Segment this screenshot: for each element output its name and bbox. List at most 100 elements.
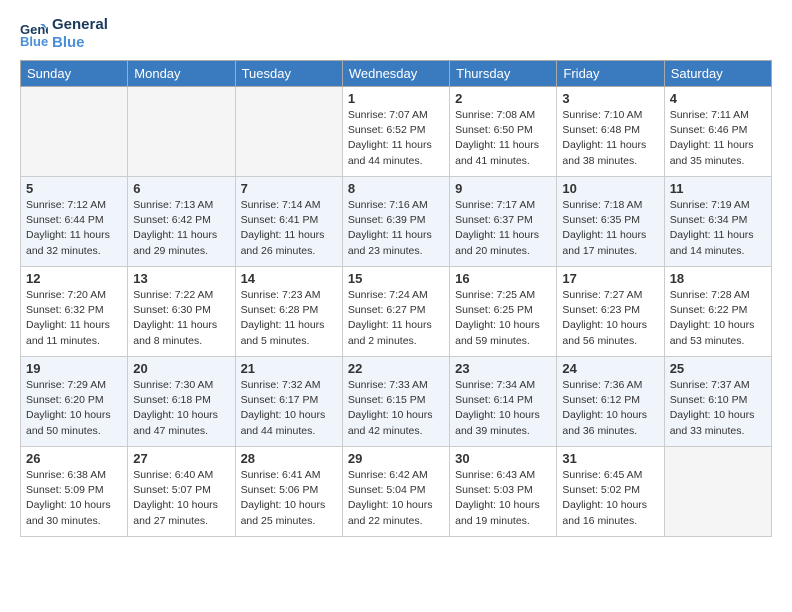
- day-info: Sunrise: 6:42 AM Sunset: 5:04 PM Dayligh…: [348, 468, 444, 529]
- day-number: 27: [133, 451, 229, 466]
- calendar-cell: 29 Sunrise: 6:42 AM Sunset: 5:04 PM Dayli…: [342, 447, 449, 537]
- day-info: Sunrise: 7:29 AM Sunset: 6:20 PM Dayligh…: [26, 378, 122, 439]
- day-info: Sunrise: 7:28 AM Sunset: 6:22 PM Dayligh…: [670, 288, 766, 349]
- day-number: 29: [348, 451, 444, 466]
- calendar-cell: 2 Sunrise: 7:08 AM Sunset: 6:50 PM Daylig…: [450, 87, 557, 177]
- calendar-cell: [235, 87, 342, 177]
- day-number: 2: [455, 91, 551, 106]
- day-info: Sunrise: 7:24 AM Sunset: 6:27 PM Dayligh…: [348, 288, 444, 349]
- day-info: Sunrise: 7:33 AM Sunset: 6:15 PM Dayligh…: [348, 378, 444, 439]
- day-of-week-header: Monday: [128, 61, 235, 87]
- day-number: 11: [670, 181, 766, 196]
- calendar-cell: 24Sunrise: 7:36 AM Sunset: 6:12 PM Dayli…: [557, 357, 664, 447]
- day-info: Sunrise: 7:16 AM Sunset: 6:39 PM Dayligh…: [348, 198, 444, 259]
- logo-blue: Blue: [52, 34, 108, 52]
- calendar-cell: 12 Sunrise: 7:20 AM Sunset: 6:32 PM Dayli…: [21, 267, 128, 357]
- calendar-header: SundayMondayTuesdayWednesdayThursdayFrid…: [21, 61, 772, 87]
- calendar-cell: [21, 87, 128, 177]
- calendar-cell: 20 Sunrise: 7:30 AM Sunset: 6:18 PM Dayli…: [128, 357, 235, 447]
- logo-icon: General Blue: [20, 20, 48, 48]
- day-number: 19: [26, 361, 122, 376]
- day-info: Sunrise: 6:41 AM Sunset: 5:06 PM Dayligh…: [241, 468, 337, 529]
- calendar-cell: 28 Sunrise: 6:41 AM Sunset: 5:06 PM Dayli…: [235, 447, 342, 537]
- day-number: 22: [348, 361, 444, 376]
- day-of-week-header: Friday: [557, 61, 664, 87]
- day-number: 17: [562, 271, 658, 286]
- calendar-cell: 23 Sunrise: 7:34 AM Sunset: 6:14 PM Dayli…: [450, 357, 557, 447]
- day-number: 13: [133, 271, 229, 286]
- day-of-week-header: Tuesday: [235, 61, 342, 87]
- logo: General Blue General Blue: [20, 16, 108, 52]
- day-info: Sunrise: 7:20 AM Sunset: 6:32 PM Dayligh…: [26, 288, 122, 349]
- day-number: 20: [133, 361, 229, 376]
- day-number: 25: [670, 361, 766, 376]
- calendar-cell: 26 Sunrise: 6:38 AM Sunset: 5:09 PM Dayli…: [21, 447, 128, 537]
- day-info: Sunrise: 7:36 AM Sunset: 6:12 PM Dayligh…: [562, 378, 658, 439]
- calendar-cell: 21 Sunrise: 7:32 AM Sunset: 6:17 PM Dayli…: [235, 357, 342, 447]
- day-info: Sunrise: 7:10 AM Sunset: 6:48 PM Dayligh…: [562, 108, 658, 169]
- calendar-cell: 30Sunrise: 6:43 AM Sunset: 5:03 PM Dayli…: [450, 447, 557, 537]
- svg-text:Blue: Blue: [20, 34, 48, 48]
- day-info: Sunrise: 7:07 AM Sunset: 6:52 PM Dayligh…: [348, 108, 444, 169]
- day-number: 23: [455, 361, 551, 376]
- day-info: Sunrise: 6:38 AM Sunset: 5:09 PM Dayligh…: [26, 468, 122, 529]
- day-number: 6: [133, 181, 229, 196]
- calendar-cell: 9 Sunrise: 7:17 AM Sunset: 6:37 PM Daylig…: [450, 177, 557, 267]
- day-number: 8: [348, 181, 444, 196]
- day-number: 16: [455, 271, 551, 286]
- day-info: Sunrise: 7:19 AM Sunset: 6:34 PM Dayligh…: [670, 198, 766, 259]
- day-number: 28: [241, 451, 337, 466]
- calendar-cell: 17Sunrise: 7:27 AM Sunset: 6:23 PM Dayli…: [557, 267, 664, 357]
- day-info: Sunrise: 7:12 AM Sunset: 6:44 PM Dayligh…: [26, 198, 122, 259]
- calendar-cell: 10Sunrise: 7:18 AM Sunset: 6:35 PM Dayli…: [557, 177, 664, 267]
- day-info: Sunrise: 7:17 AM Sunset: 6:37 PM Dayligh…: [455, 198, 551, 259]
- calendar-cell: 15 Sunrise: 7:24 AM Sunset: 6:27 PM Dayli…: [342, 267, 449, 357]
- day-info: Sunrise: 7:34 AM Sunset: 6:14 PM Dayligh…: [455, 378, 551, 439]
- day-number: 31: [562, 451, 658, 466]
- calendar-cell: 3 Sunrise: 7:10 AM Sunset: 6:48 PM Daylig…: [557, 87, 664, 177]
- day-number: 3: [562, 91, 658, 106]
- day-info: Sunrise: 7:18 AM Sunset: 6:35 PM Dayligh…: [562, 198, 658, 259]
- calendar-cell: 5 Sunrise: 7:12 AM Sunset: 6:44 PM Daylig…: [21, 177, 128, 267]
- day-info: Sunrise: 7:23 AM Sunset: 6:28 PM Dayligh…: [241, 288, 337, 349]
- day-number: 21: [241, 361, 337, 376]
- day-number: 12: [26, 271, 122, 286]
- calendar-cell: 16 Sunrise: 7:25 AM Sunset: 6:25 PM Dayli…: [450, 267, 557, 357]
- day-info: Sunrise: 7:32 AM Sunset: 6:17 PM Dayligh…: [241, 378, 337, 439]
- week-row: 12 Sunrise: 7:20 AM Sunset: 6:32 PM Dayli…: [21, 267, 772, 357]
- week-row: 19 Sunrise: 7:29 AM Sunset: 6:20 PM Dayli…: [21, 357, 772, 447]
- day-number: 15: [348, 271, 444, 286]
- day-info: Sunrise: 7:22 AM Sunset: 6:30 PM Dayligh…: [133, 288, 229, 349]
- calendar-cell: 13 Sunrise: 7:22 AM Sunset: 6:30 PM Dayli…: [128, 267, 235, 357]
- day-number: 9: [455, 181, 551, 196]
- calendar-cell: 31 Sunrise: 6:45 AM Sunset: 5:02 PM Dayli…: [557, 447, 664, 537]
- calendar-cell: 11 Sunrise: 7:19 AM Sunset: 6:34 PM Dayli…: [664, 177, 771, 267]
- calendar-cell: 18Sunrise: 7:28 AM Sunset: 6:22 PM Dayli…: [664, 267, 771, 357]
- day-info: Sunrise: 7:30 AM Sunset: 6:18 PM Dayligh…: [133, 378, 229, 439]
- day-number: 14: [241, 271, 337, 286]
- day-number: 26: [26, 451, 122, 466]
- day-number: 5: [26, 181, 122, 196]
- day-number: 7: [241, 181, 337, 196]
- calendar-cell: 8 Sunrise: 7:16 AM Sunset: 6:39 PM Daylig…: [342, 177, 449, 267]
- calendar-cell: 6 Sunrise: 7:13 AM Sunset: 6:42 PM Daylig…: [128, 177, 235, 267]
- calendar-cell: 22 Sunrise: 7:33 AM Sunset: 6:15 PM Dayli…: [342, 357, 449, 447]
- calendar-cell: 19 Sunrise: 7:29 AM Sunset: 6:20 PM Dayli…: [21, 357, 128, 447]
- calendar-cell: 25Sunrise: 7:37 AM Sunset: 6:10 PM Dayli…: [664, 357, 771, 447]
- day-info: Sunrise: 7:13 AM Sunset: 6:42 PM Dayligh…: [133, 198, 229, 259]
- day-number: 1: [348, 91, 444, 106]
- week-row: 26 Sunrise: 6:38 AM Sunset: 5:09 PM Dayli…: [21, 447, 772, 537]
- day-info: Sunrise: 6:43 AM Sunset: 5:03 PM Dayligh…: [455, 468, 551, 529]
- day-info: Sunrise: 6:45 AM Sunset: 5:02 PM Dayligh…: [562, 468, 658, 529]
- calendar-cell: 14 Sunrise: 7:23 AM Sunset: 6:28 PM Dayli…: [235, 267, 342, 357]
- calendar-table: SundayMondayTuesdayWednesdayThursdayFrid…: [20, 60, 772, 537]
- day-info: Sunrise: 7:14 AM Sunset: 6:41 PM Dayligh…: [241, 198, 337, 259]
- calendar-cell: 4Sunrise: 7:11 AM Sunset: 6:46 PM Daylig…: [664, 87, 771, 177]
- day-info: Sunrise: 6:40 AM Sunset: 5:07 PM Dayligh…: [133, 468, 229, 529]
- calendar-body: 1 Sunrise: 7:07 AM Sunset: 6:52 PM Daylig…: [21, 87, 772, 537]
- day-info: Sunrise: 7:08 AM Sunset: 6:50 PM Dayligh…: [455, 108, 551, 169]
- calendar-cell: 1 Sunrise: 7:07 AM Sunset: 6:52 PM Daylig…: [342, 87, 449, 177]
- days-of-week-row: SundayMondayTuesdayWednesdayThursdayFrid…: [21, 61, 772, 87]
- day-info: Sunrise: 7:25 AM Sunset: 6:25 PM Dayligh…: [455, 288, 551, 349]
- day-of-week-header: Wednesday: [342, 61, 449, 87]
